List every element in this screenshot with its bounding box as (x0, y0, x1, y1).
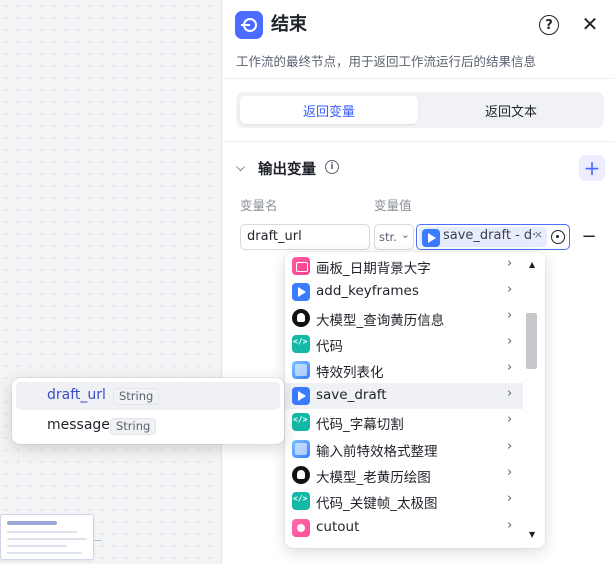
chevron-down-icon: ⌄ (400, 228, 410, 241)
menu-item-label: 代码_关键帧_太极图 (316, 496, 438, 512)
tab-return-variables[interactable]: 返回变量 (240, 96, 418, 124)
menu-item-label: 输入前特效格式整理 (316, 444, 438, 460)
chevron-right-icon: › (507, 308, 513, 323)
column-header-value: 变量值 (374, 198, 412, 213)
node-reference-menu: 画板_日期背景大字 › add_keyframes › 大模型_查询黄历信息 ›… (285, 252, 545, 548)
chevron-right-icon: › (507, 439, 513, 454)
menu-item[interactable]: 大模型_老黄历绘图 › (285, 462, 523, 488)
code-icon (292, 413, 310, 431)
add-variable-button[interactable]: + (579, 155, 605, 181)
menu-item-label: add_keyframes (316, 283, 419, 299)
return-mode-tabs: 返回变量 返回文本 (236, 92, 604, 128)
scrollbar-thumb[interactable] (526, 313, 537, 369)
panel-title: 结束 (271, 14, 307, 35)
close-icon[interactable]: ✕ (580, 14, 600, 34)
code-icon (292, 492, 310, 510)
chevron-right-icon: › (507, 282, 513, 297)
menu-item-label: 代码_字幕切割 (316, 417, 404, 433)
variable-reference-field[interactable]: save_draft - d· × (416, 224, 570, 250)
output-option-name: draft_url (47, 387, 106, 403)
output-option[interactable]: draft_url String (16, 382, 280, 410)
llm-icon (292, 309, 310, 327)
menu-item-label: 画板_日期背景大字 (316, 261, 431, 277)
cutout-icon (292, 519, 310, 537)
menu-item[interactable]: add_keyframes › (285, 279, 523, 305)
menu-item[interactable]: 特效列表化 › (285, 357, 523, 383)
workflow-canvas[interactable] (0, 0, 221, 564)
node-thumbnail-header (7, 521, 57, 525)
canvas-node-thumbnail[interactable] (0, 514, 94, 560)
menu-item[interactable]: cutout › (285, 515, 523, 541)
help-icon[interactable]: ? (539, 15, 559, 35)
output-option-type-badge: String (113, 388, 160, 405)
chevron-down-icon[interactable]: ⌵ (236, 160, 245, 175)
menu-item[interactable]: 代码_字幕切割 › (285, 409, 523, 435)
menu-item-label: save_draft (316, 387, 387, 403)
menu-item[interactable]: 输入前特效格式整理 › (285, 436, 523, 462)
end-node-icon (235, 11, 263, 39)
menu-item[interactable]: 代码_关键帧_太极图 › (285, 488, 523, 514)
chevron-right-icon: › (507, 518, 513, 533)
chevron-right-icon: › (507, 465, 513, 480)
chevron-right-icon: › (507, 334, 513, 349)
menu-item-label: 代码 (316, 339, 343, 355)
variable-type-label: str. (379, 230, 397, 244)
chevron-right-icon: › (507, 256, 513, 271)
node-thumbnail-line (7, 545, 67, 547)
divider (222, 78, 614, 79)
scroll-down-arrow-icon[interactable]: ▼ (529, 530, 535, 539)
chevron-right-icon: › (507, 386, 513, 401)
plugin-icon (422, 229, 440, 247)
output-option-name: message (47, 417, 110, 433)
menu-item[interactable]: 代码 › (285, 331, 523, 357)
reference-chip: save_draft - d· × (419, 227, 547, 247)
tab-return-text[interactable]: 返回文本 (422, 96, 600, 124)
plugin-icon (292, 283, 310, 301)
canvas-edge (94, 540, 102, 541)
menu-item[interactable]: 画板_日期背景大字 › (285, 253, 523, 279)
reference-chip-label: save_draft - d· (443, 228, 537, 243)
remove-reference-icon[interactable]: × (534, 228, 543, 241)
node-thumbnail-line (7, 538, 87, 540)
chevron-right-icon: › (507, 360, 513, 375)
plugin-icon (292, 387, 310, 405)
output-section-title: 输出变量 (258, 162, 316, 178)
chevron-right-icon: › (507, 491, 513, 506)
image-icon (292, 440, 310, 458)
target-icon[interactable] (551, 230, 565, 244)
node-output-submenu: draft_url String message String (12, 378, 284, 444)
info-icon[interactable]: i (325, 160, 339, 174)
image-icon (292, 361, 310, 379)
menu-item-label: 特效列表化 (316, 365, 384, 381)
menu-item[interactable]: 大模型_查询黄历信息 › (285, 305, 523, 331)
scroll-up-arrow-icon[interactable]: ▲ (529, 260, 535, 269)
node-thumbnail-line (7, 531, 77, 533)
code-icon (292, 335, 310, 353)
chevron-right-icon: › (507, 412, 513, 427)
menu-item[interactable]: save_draft › (285, 383, 523, 409)
panel-description: 工作流的最终节点，用于返回工作流运行后的结果信息 (236, 54, 537, 69)
menu-item-label: 大模型_老黄历绘图 (316, 470, 431, 486)
llm-icon (292, 466, 310, 484)
column-header-name: 变量名 (240, 198, 278, 213)
output-option[interactable]: message String (16, 412, 280, 440)
divider (222, 141, 614, 142)
menu-scrollbar[interactable] (525, 252, 545, 548)
remove-variable-button[interactable]: − (579, 224, 599, 250)
node-thumbnail-line (7, 552, 82, 554)
menu-item-label: 大模型_查询黄历信息 (316, 313, 445, 329)
menu-item-label: cutout (316, 519, 360, 535)
drawing-board-icon (292, 257, 310, 275)
variable-name-input[interactable]: draft_url (240, 224, 370, 250)
output-option-type-badge: String (110, 418, 157, 435)
variable-type-select[interactable]: str. ⌄ (374, 224, 414, 250)
